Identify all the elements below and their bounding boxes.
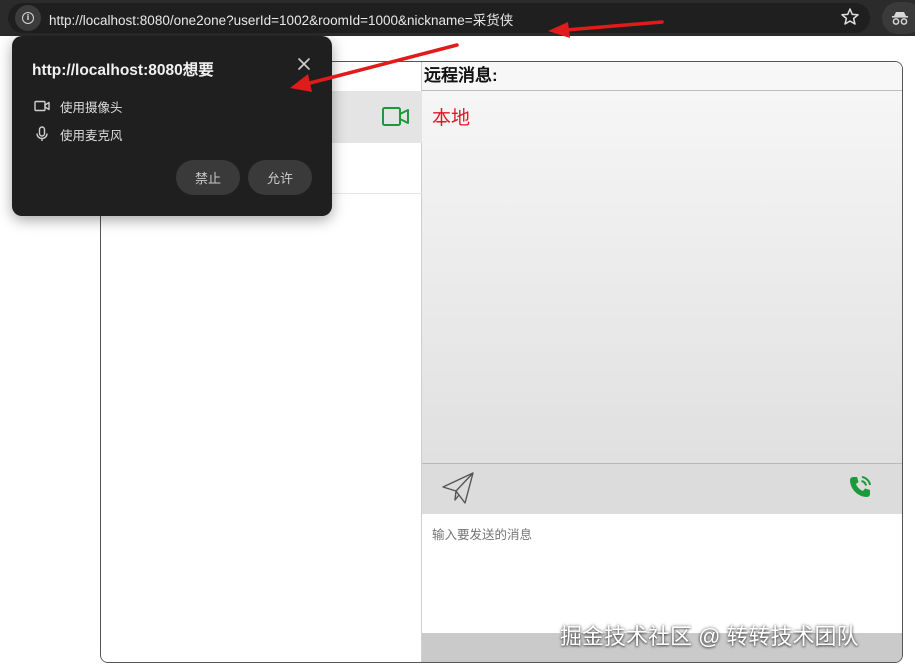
local-label: 本地 xyxy=(432,108,471,129)
watermark: 掘金技术社区 @ 转转技术团队 xyxy=(560,624,859,649)
permission-microphone-label: 使用麦克风 xyxy=(60,128,123,143)
permission-microphone-item: 使用麦克风 xyxy=(34,125,123,143)
url-text[interactable]: http://localhost:8080/one2one?userId=100… xyxy=(49,9,513,29)
incognito-profile-button[interactable] xyxy=(882,2,915,34)
remote-panel: 远程消息: 本地 xyxy=(422,62,902,662)
bookmark-star-icon[interactable] xyxy=(839,6,861,28)
remote-messages-title: 远程消息: xyxy=(422,62,902,91)
phone-call-icon[interactable] xyxy=(847,474,873,500)
site-info-button[interactable]: i xyxy=(15,5,41,31)
video-camera-icon[interactable] xyxy=(381,105,411,129)
permission-dialog: http://localhost:8080想要 使用摄像头 使用麦克风 禁止 允… xyxy=(12,36,332,216)
allow-button[interactable]: 允许 xyxy=(248,160,312,195)
screenshot-root: i http://localhost:8080/one2one?userId=1… xyxy=(0,0,915,667)
browser-toolbar: i http://localhost:8080/one2one?userId=1… xyxy=(0,0,915,36)
info-icon: i xyxy=(22,12,34,24)
block-button[interactable]: 禁止 xyxy=(176,160,240,195)
message-area: 本地 xyxy=(422,91,902,463)
permission-dialog-title: http://localhost:8080想要 xyxy=(32,62,214,79)
camera-icon xyxy=(34,100,50,112)
close-icon[interactable] xyxy=(296,56,312,72)
permission-camera-label: 使用摄像头 xyxy=(60,100,123,115)
permission-camera-item: 使用摄像头 xyxy=(34,97,123,115)
incognito-icon xyxy=(892,12,908,25)
microphone-icon xyxy=(36,126,48,141)
message-toolbar xyxy=(422,463,902,514)
message-input[interactable] xyxy=(422,514,902,633)
send-paper-plane-icon[interactable] xyxy=(440,470,476,506)
